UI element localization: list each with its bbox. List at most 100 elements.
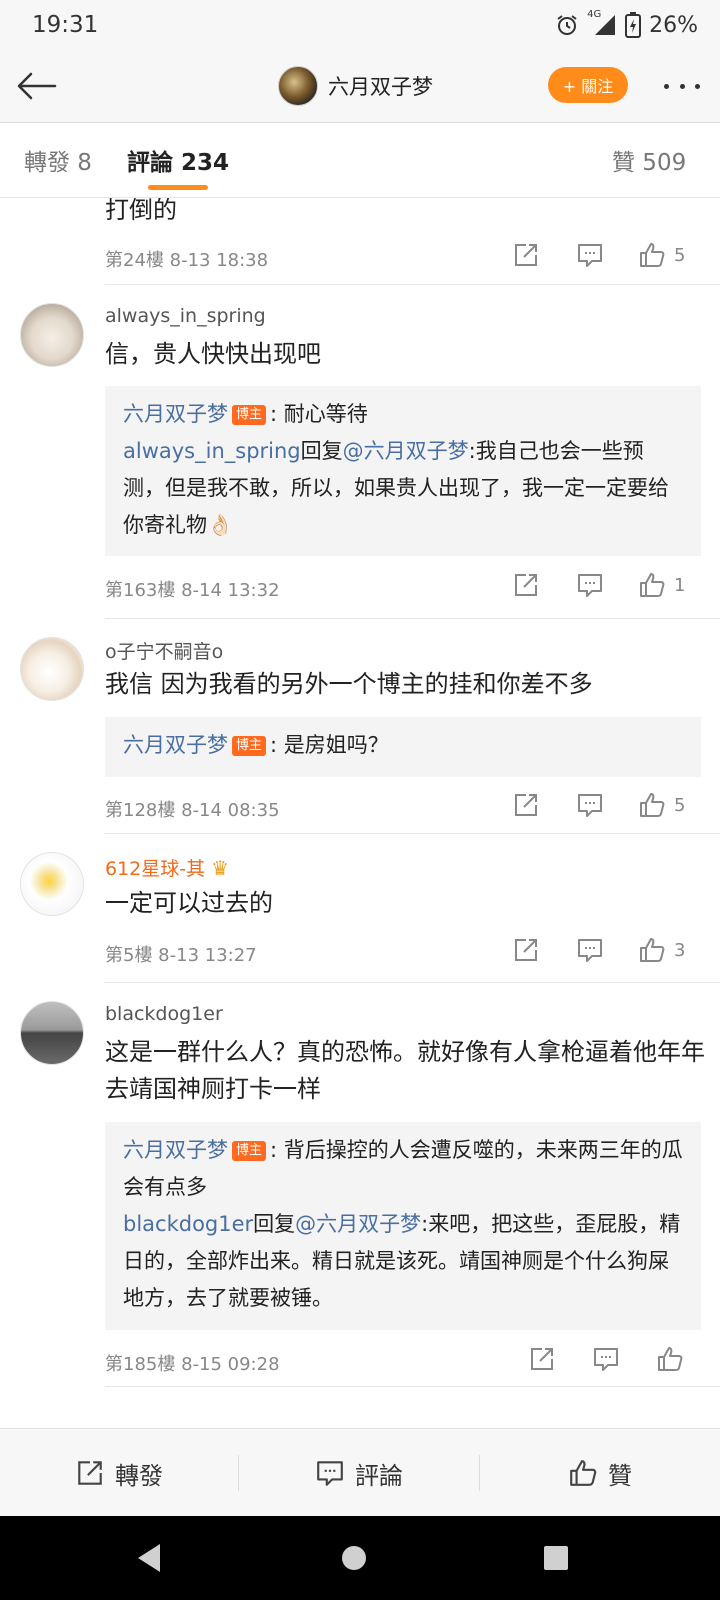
like-button[interactable]: 5 [638,790,685,820]
dot-icon [679,83,685,89]
reply-box[interactable]: 六月双子梦 博主: 耐心等待 always_in_spring回复@六月双子梦:我… [105,386,701,556]
user-avatar[interactable] [20,1001,84,1065]
comment-meta: 第24樓 8-13 18:38 [105,250,269,271]
thumbs-up-icon [640,243,665,267]
bottom-action-bar: 轉發 評論 贊 [0,1428,720,1516]
reply-button[interactable] [576,240,604,270]
reply-author[interactable]: 六月双子梦 [123,733,228,757]
like-button[interactable]: 1 [638,570,685,600]
divider [105,284,720,285]
reply-mention[interactable]: @六月双子梦 [295,1212,421,1236]
username[interactable]: always_in_spring [105,305,266,327]
repost-label: 轉發 [115,1461,163,1490]
more-options-button[interactable] [660,72,704,100]
battery-percent: 26% [649,12,698,38]
reply-box[interactable]: 六月双子梦 博主: 是房姐吗？ [105,717,701,777]
divider [105,1386,720,1387]
like-button[interactable]: 3 [638,935,685,965]
comment-text: 一定可以过去的 [105,889,273,917]
like-count: 1 [674,574,686,596]
share-button[interactable] [512,935,540,965]
username[interactable]: blackdog1er [105,1003,223,1025]
share-button[interactable] [512,240,540,270]
share-icon [515,244,537,266]
reply-button[interactable] [576,570,604,600]
battery-icon [625,12,642,38]
comment-text: 这是一群什么人？真的恐怖。就好像有人拿枪逼着他年年去靖国神厕打卡一样 [105,1038,705,1103]
user-avatar[interactable] [20,637,84,701]
reply-button[interactable] [576,935,604,965]
nav-back-icon[interactable] [134,1542,164,1574]
comment-icon [578,574,602,597]
username[interactable]: o子宁不嗣音o [105,637,223,664]
reply-author[interactable]: 六月双子梦 [123,1138,228,1162]
like-count: 5 [674,244,686,266]
reply-author[interactable]: 六月双子梦 [123,402,228,426]
nav-recents-icon[interactable] [542,1544,570,1572]
blogger-badge: 博主 [232,405,267,425]
tab-bar: 轉發 8 評論 234 贊 509 [0,123,720,197]
alarm-icon [557,15,577,35]
share-button[interactable] [528,1344,556,1374]
share-button[interactable] [512,790,540,820]
comment-text: 我信 因为我看的另外一个博主的挂和你差不多 [105,670,593,698]
reply-mention[interactable]: @六月双子梦 [343,439,469,463]
comment-icon [578,939,602,962]
thumbs-up-icon [640,793,665,817]
reply-author[interactable]: always_in_spring [123,439,301,463]
page-title-area[interactable]: 六月双子梦 [278,64,433,108]
system-nav-bar [0,1516,720,1600]
back-button[interactable] [12,64,60,108]
reply-line: 六月双子梦 博主: 背后操控的人会遭反噬的，未来两三年的瓜会有点多 [123,1132,683,1206]
like-button[interactable]: 5 [638,240,685,270]
thumbs-up-icon [640,938,665,962]
username[interactable]: 612星球-其 ♛ [105,854,229,881]
thumbs-up-icon [570,1460,597,1486]
reply-button[interactable] [576,790,604,820]
tab-comments[interactable]: 評論 234 [127,143,229,177]
comment-meta: 第128樓 8-14 08:35 [105,800,280,821]
tab-likes[interactable]: 贊 509 [612,143,686,177]
back-arrow-icon [17,72,57,100]
like-post-button[interactable]: 贊 [480,1429,720,1517]
user-avatar[interactable] [20,303,84,367]
reply-line: 六月双子梦 博主: 耐心等待 [123,396,683,433]
crown-icon: ♛ [211,856,230,880]
status-bar: 19:31 4G 26% [0,0,720,50]
comment-icon [578,794,602,817]
reply-text: : 耐心等待 [270,402,368,426]
reply-line: always_in_spring回复@六月双子梦:我自己也会一些预测，但是我不敢… [123,433,683,544]
blogger-avatar[interactable] [278,66,318,106]
comment-icon [317,1461,343,1486]
reply-verb: 回复 [253,1212,296,1236]
signal-icon: 4G [587,9,617,37]
reply-box[interactable]: 六月双子梦 博主: 背后操控的人会遭反噬的，未来两三年的瓜会有点多 blackdo… [105,1122,701,1330]
active-tab-indicator [148,185,208,190]
nav-home-icon[interactable] [340,1544,368,1572]
share-icon [515,574,537,596]
repost-button[interactable]: 轉發 [0,1429,238,1517]
reply-button[interactable] [592,1344,620,1374]
user-avatar[interactable] [20,852,84,916]
top-bar: 六月双子梦 + 關注 [0,50,720,122]
divider [105,618,720,619]
follow-button[interactable]: + 關注 [548,67,628,103]
page-title: 六月双子梦 [328,75,433,99]
share-icon [515,939,537,961]
reply-line: blackdog1er回复@六月双子梦:来吧，把这些，歪屁股，精日的，全部炸出来… [123,1206,683,1317]
share-icon [515,794,537,816]
like-label: 贊 [608,1461,632,1490]
status-time: 19:31 [32,12,99,38]
comment-list[interactable]: 打倒的 第24樓 8-13 18:38 5 always_in_spring 信… [0,198,720,1428]
comment-label: 評論 [355,1461,403,1490]
share-button[interactable] [512,570,540,600]
tab-repost[interactable]: 轉發 8 [24,143,92,177]
comment-meta: 第185樓 8-15 09:28 [105,1354,280,1375]
comment-button[interactable]: 評論 [239,1429,479,1517]
like-count: 3 [674,939,686,961]
dot-icon [695,83,700,89]
username-text: 612星球-其 [105,858,206,880]
like-button[interactable] [656,1344,684,1374]
reply-author[interactable]: blackdog1er [123,1212,253,1236]
comment-icon [594,1348,618,1371]
